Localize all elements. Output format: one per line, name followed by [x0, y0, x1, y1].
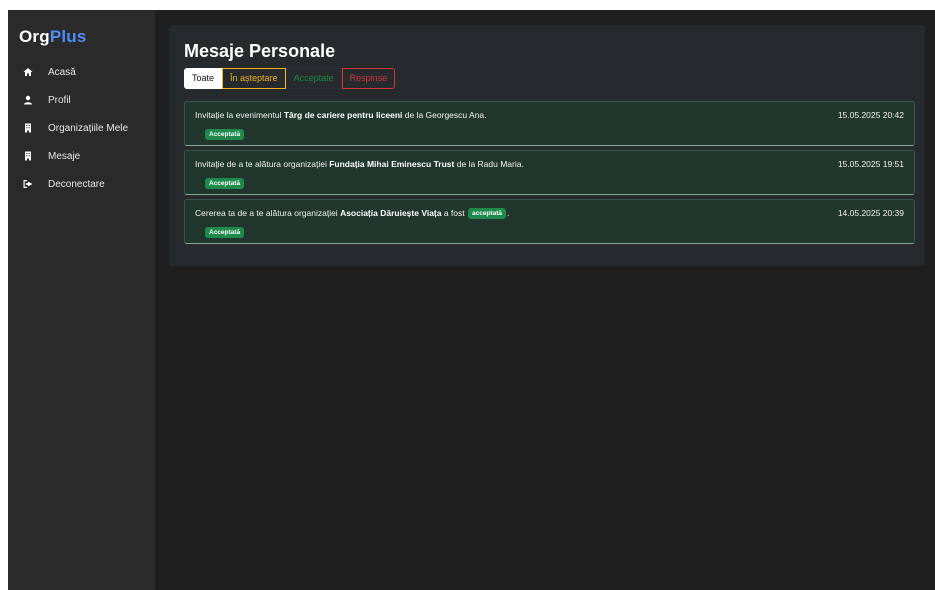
- home-icon: [22, 66, 34, 78]
- message-list: Invitație la evenimentul Târg de cariere…: [184, 101, 915, 248]
- messages-card: Mesaje Personale Toate În așteptare Acce…: [169, 25, 925, 266]
- sidebar-nav: Acasă Profil Organizațiile Mele Mesaje D…: [8, 58, 155, 198]
- sign-out-icon: [22, 178, 34, 190]
- message-date: 15.05.2025 19:51: [837, 159, 904, 169]
- tab-all[interactable]: Toate: [184, 68, 223, 89]
- sidebar-item-organizatii[interactable]: Organizațiile Mele: [8, 114, 155, 142]
- message-prefix: Invitație de a te alătura organizației: [195, 159, 330, 169]
- brand-part-plus: Plus: [49, 27, 87, 46]
- tab-pending[interactable]: În așteptare: [222, 68, 286, 89]
- message-prefix: Cererea ta de a te alătura organizației: [195, 208, 341, 218]
- building-icon: [22, 150, 34, 162]
- sidebar-item-label: Deconectare: [48, 178, 105, 190]
- sidebar-item-deconectare[interactable]: Deconectare: [8, 170, 155, 198]
- sidebar-item-mesaje[interactable]: Mesaje: [8, 142, 155, 170]
- message-organization-name: Asociația Dăruiește Viața: [340, 208, 442, 218]
- sidebar-item-profil[interactable]: Profil: [8, 86, 155, 114]
- message-item[interactable]: Cererea ta de a te alătura organizației …: [184, 199, 915, 244]
- building-icon: [22, 122, 34, 134]
- message-text: Invitație la evenimentul Târg de cariere…: [195, 110, 487, 120]
- brand-logo[interactable]: OrgPlus: [19, 27, 87, 47]
- message-prefix: Invitație la evenimentul: [195, 110, 284, 120]
- status-badge: Acceptată: [205, 129, 245, 140]
- message-date: 14.05.2025 20:39: [837, 208, 904, 218]
- page-title: Mesaje Personale: [184, 41, 336, 61]
- app-window: OrgPlus Acasă Profil Organizațiile Mele: [8, 10, 935, 590]
- message-item[interactable]: Invitație la evenimentul Târg de cariere…: [184, 101, 915, 146]
- message-item[interactable]: Invitație de a te alătura organizației F…: [184, 150, 915, 195]
- message-middle: a fost: [441, 208, 467, 218]
- sidebar-item-label: Organizațiile Mele: [48, 122, 129, 134]
- message-suffix: .: [507, 208, 510, 218]
- sidebar-item-label: Acasă: [48, 66, 76, 78]
- message-organization-name: Fundația Mihai Eminescu Trust: [329, 159, 455, 169]
- message-suffix: de la Radu Maria.: [454, 159, 524, 169]
- inline-status-badge: acceptată: [468, 208, 506, 219]
- status-badge: Acceptată: [205, 178, 245, 189]
- message-suffix: de la Georgescu Ana.: [402, 110, 487, 120]
- sidebar-item-acasa[interactable]: Acasă: [8, 58, 155, 86]
- filter-tabs: Toate În așteptare Acceptate Respinse: [184, 68, 396, 89]
- sidebar-item-label: Mesaje: [48, 150, 81, 162]
- message-date: 15.05.2025 20:42: [837, 110, 904, 120]
- user-icon: [22, 94, 34, 106]
- status-badge: Acceptată: [205, 227, 245, 238]
- tab-rejected[interactable]: Respinse: [341, 68, 396, 89]
- message-text: Cererea ta de a te alătura organizației …: [195, 208, 509, 219]
- sidebar: OrgPlus Acasă Profil Organizațiile Mele: [8, 10, 155, 590]
- message-event-name: Târg de cariere pentru liceeni: [283, 110, 403, 120]
- message-text: Invitație de a te alătura organizației F…: [195, 159, 524, 169]
- tab-accepted[interactable]: Acceptate: [285, 68, 342, 89]
- brand-part-org: Org: [19, 27, 50, 46]
- sidebar-item-label: Profil: [48, 94, 71, 106]
